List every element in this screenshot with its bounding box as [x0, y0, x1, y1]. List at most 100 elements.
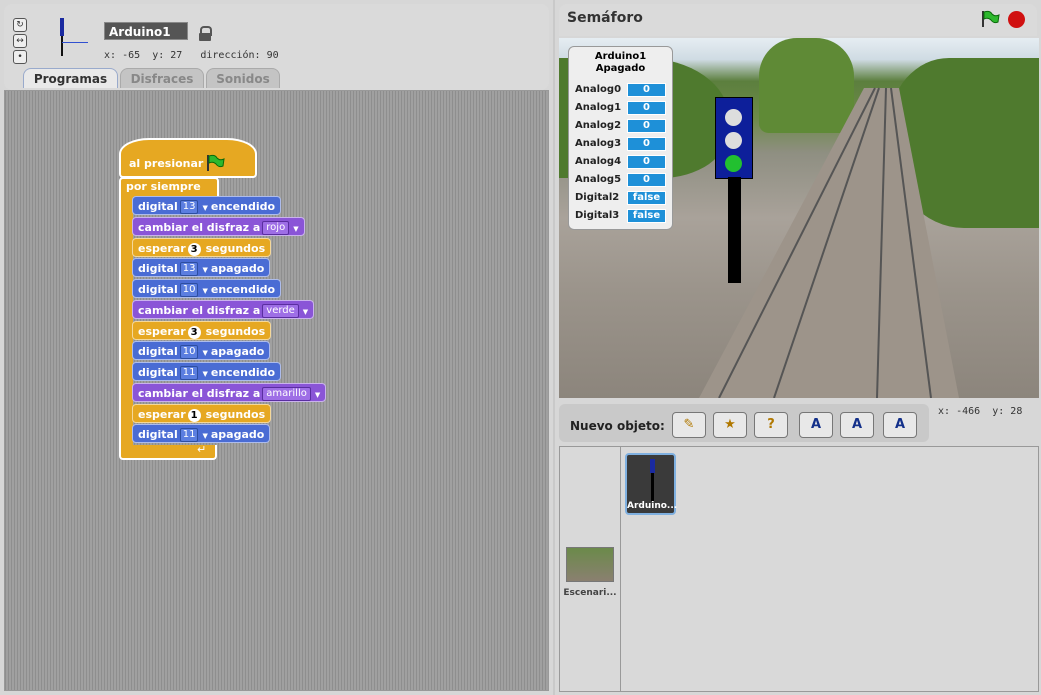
choose-sprite-from-file-icon[interactable]: ★	[713, 412, 747, 438]
green-flag-button[interactable]	[980, 10, 1000, 31]
mouse-y-label: y:	[992, 406, 1005, 417]
monitor-row-value: false	[627, 191, 666, 205]
new-object-label: Nuevo objeto:	[570, 419, 665, 433]
dropdown-arrow-icon: ▼	[202, 432, 208, 440]
block-label: digital	[138, 283, 178, 296]
script-block[interactable]: digital 13 ▼ encendido	[132, 196, 282, 215]
seconds-input[interactable]: 3	[187, 242, 201, 256]
monitor-row-value: 0	[627, 137, 666, 151]
script-block[interactable]: cambiar el disfraz a verde ▼	[132, 300, 315, 319]
pin-dropdown[interactable]: 10	[179, 345, 199, 359]
sprite-thumbnail	[58, 16, 92, 62]
monitor-row-value: 0	[627, 119, 666, 133]
forever-bottom: ↵	[119, 443, 217, 460]
dropdown-arrow-icon: ▼	[293, 225, 299, 233]
monitor-title: Arduino1	[594, 51, 647, 62]
sprite-tile-label: Arduino...	[627, 501, 678, 511]
costume-dropdown[interactable]: amarillo	[262, 387, 311, 401]
dropdown-arrow-icon: ▼	[202, 287, 208, 295]
script-block[interactable]: digital 11 ▼ apagado	[132, 424, 271, 443]
dropdown-arrow-icon: ▼	[302, 308, 309, 316]
mouse-x-label: x:	[938, 406, 951, 417]
lock-body	[199, 33, 211, 41]
monitor-row-value: 0	[627, 101, 666, 115]
script-block[interactable]: digital 10 ▼ apagado	[132, 341, 271, 360]
block-label: segundos	[205, 408, 266, 421]
board-a-folder-icon[interactable]: A	[883, 412, 917, 438]
block-label: encendido	[210, 200, 276, 213]
light-yellow	[725, 132, 742, 149]
stage-tile-label: Escenari...	[563, 588, 617, 598]
block-label: digital	[138, 428, 178, 441]
pin-dropdown[interactable]: 11	[179, 428, 199, 442]
sprite-tile-thumb	[650, 459, 655, 473]
forever-label: por siempre	[126, 180, 201, 193]
tab-sonidos[interactable]: Sonidos	[206, 68, 280, 88]
monitor-row-label: Digital3	[575, 210, 620, 221]
monitor-row-label: Analog5	[575, 174, 622, 185]
mouse-y-value: 28	[1010, 406, 1023, 417]
loop-arrow-icon: ↵	[197, 443, 207, 456]
script-block[interactable]: esperar 3 segundos	[132, 238, 272, 257]
pin-dropdown[interactable]: 11	[179, 366, 199, 380]
pin-dropdown[interactable]: 10	[179, 283, 199, 297]
x-value: -65	[122, 50, 141, 61]
script-block[interactable]: digital 11 ▼ encendido	[132, 362, 282, 381]
monitor-row-label: Analog4	[575, 156, 622, 167]
board-a-icon[interactable]: A	[799, 412, 833, 438]
seconds-input[interactable]: 1	[187, 408, 201, 422]
sprite-tile-pole	[651, 473, 654, 501]
paint-new-sprite-icon[interactable]: ✎	[672, 412, 706, 438]
block-label: esperar	[138, 242, 186, 255]
traffic-light-sprite[interactable]	[715, 97, 753, 179]
block-label: cambiar el disfraz a	[138, 387, 261, 400]
no-rotate-icon[interactable]: •	[13, 50, 27, 64]
dropdown-arrow-icon: ▼	[202, 204, 208, 212]
monitor-row-value: 0	[627, 173, 666, 187]
flip-left-right-icon[interactable]: ↔	[13, 34, 27, 48]
pin-dropdown[interactable]: 13	[179, 262, 199, 276]
block-label: cambiar el disfraz a	[138, 221, 261, 234]
x-label: x:	[104, 50, 117, 61]
block-label: apagado	[210, 262, 265, 275]
random-sprite-icon[interactable]: ?	[754, 412, 788, 438]
dropdown-arrow-icon: ▼	[202, 266, 208, 274]
project-title: Semáforo	[567, 10, 643, 26]
traffic-light-pole	[728, 177, 741, 283]
tab-disfraces[interactable]: Disfraces	[120, 68, 204, 88]
sprite-tile-arduino[interactable]: Arduino...	[625, 453, 678, 515]
rotate-all-icon[interactable]: ↻	[13, 18, 27, 32]
script-block[interactable]: cambiar el disfraz a amarillo ▼	[132, 383, 327, 402]
forever-block[interactable]: por siempre	[119, 177, 219, 197]
sprite-name-field[interactable]: Arduino1	[104, 22, 188, 40]
stop-button[interactable]	[1008, 11, 1025, 28]
forever-arm	[119, 195, 133, 448]
script-block[interactable]: digital 13 ▼ apagado	[132, 258, 271, 277]
stage-thumbnail[interactable]	[566, 547, 614, 582]
mouse-coords: x: -466 y: 28	[938, 404, 1038, 420]
costume-dropdown[interactable]: verde	[262, 304, 299, 318]
sprite-list-divider	[620, 446, 621, 692]
seconds-input[interactable]: 3	[187, 325, 201, 339]
dropdown-arrow-icon: ▼	[202, 349, 208, 357]
monitor-row-label: Digital2	[575, 192, 620, 203]
script-block[interactable]: cambiar el disfraz a rojo ▼	[132, 217, 305, 236]
hat-block[interactable]: al presionar	[119, 138, 257, 178]
block-label: digital	[138, 262, 178, 275]
script-block[interactable]: digital 10 ▼ encendido	[132, 279, 282, 298]
script-block[interactable]: esperar 1 segundos	[132, 404, 272, 423]
block-label: apagado	[210, 428, 265, 441]
sprite-coords: x: -65 y: 27 dirección: 90	[104, 50, 279, 61]
monitor-row-label: Analog1	[575, 102, 622, 113]
tab-programas[interactable]: Programas	[23, 68, 118, 88]
block-label: segundos	[205, 242, 266, 255]
direction-value: 90	[266, 50, 279, 61]
script-block[interactable]: esperar 3 segundos	[132, 321, 272, 340]
costume-dropdown[interactable]: rojo	[262, 221, 290, 235]
pin-dropdown[interactable]: 13	[179, 200, 199, 214]
block-label: segundos	[205, 325, 266, 338]
block-label: esperar	[138, 325, 186, 338]
monitor-subtitle: Apagado	[595, 63, 646, 74]
board-a-edit-icon[interactable]: A	[840, 412, 874, 438]
hat-label: al presionar	[129, 157, 204, 170]
